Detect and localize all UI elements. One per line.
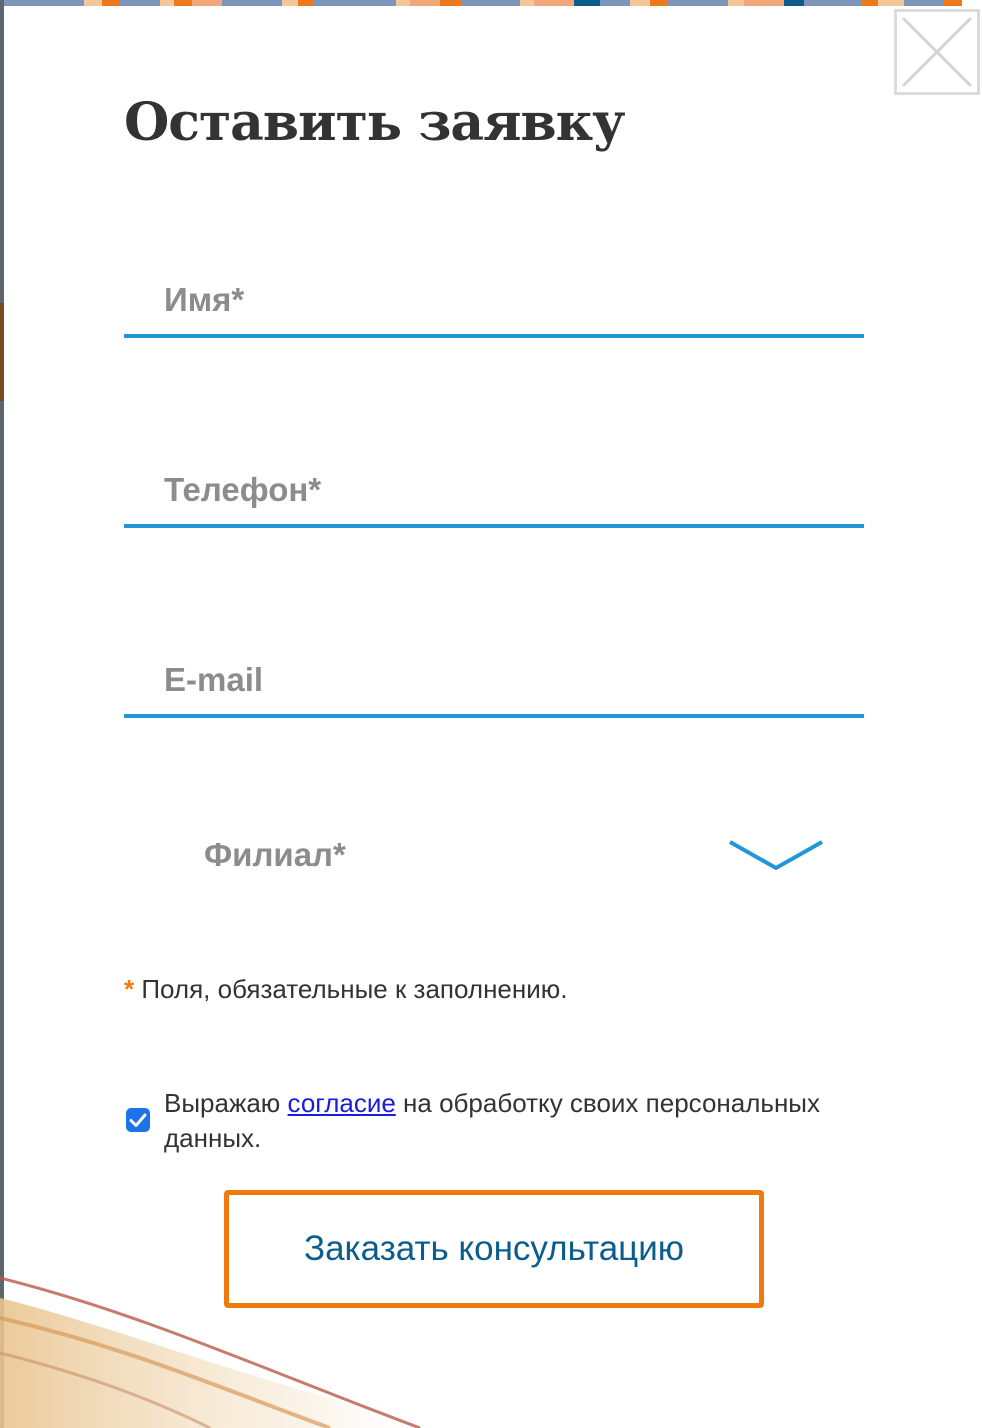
name-input[interactable] [164, 266, 824, 334]
close-icon [901, 16, 973, 88]
phone-input[interactable] [164, 456, 824, 524]
email-field [124, 646, 864, 718]
checkmark-icon [129, 1113, 147, 1127]
modal-title: Оставить заявку [124, 92, 625, 153]
close-button[interactable] [894, 9, 980, 95]
required-fields-note: * Поля, обязательные к заполнению. [124, 974, 568, 1005]
background-page-edge-accent [0, 303, 4, 401]
required-star: * [124, 974, 135, 1004]
chevron-down-icon [729, 840, 823, 871]
consent-text: Выражаю согласие на обработку своих перс… [164, 1086, 854, 1156]
required-note-text: Поля, обязательные к заполнению. [134, 974, 568, 1004]
request-modal: Оставить заявку Филиал* * Поля, обязател… [0, 0, 982, 1428]
decorative-top-stripe [4, 0, 982, 6]
consent-link[interactable]: согласие [288, 1088, 396, 1118]
phone-field [124, 456, 864, 528]
branch-select-label: Филиал* [204, 836, 346, 873]
submit-button[interactable]: Заказать консультацию [224, 1190, 764, 1308]
consent-checkbox[interactable] [126, 1108, 150, 1132]
consent-text-before: Выражаю [164, 1088, 288, 1118]
email-input[interactable] [164, 646, 824, 714]
background-page-edge [0, 0, 4, 1428]
name-field [124, 266, 864, 338]
branch-select[interactable]: Филиал* [124, 812, 864, 898]
